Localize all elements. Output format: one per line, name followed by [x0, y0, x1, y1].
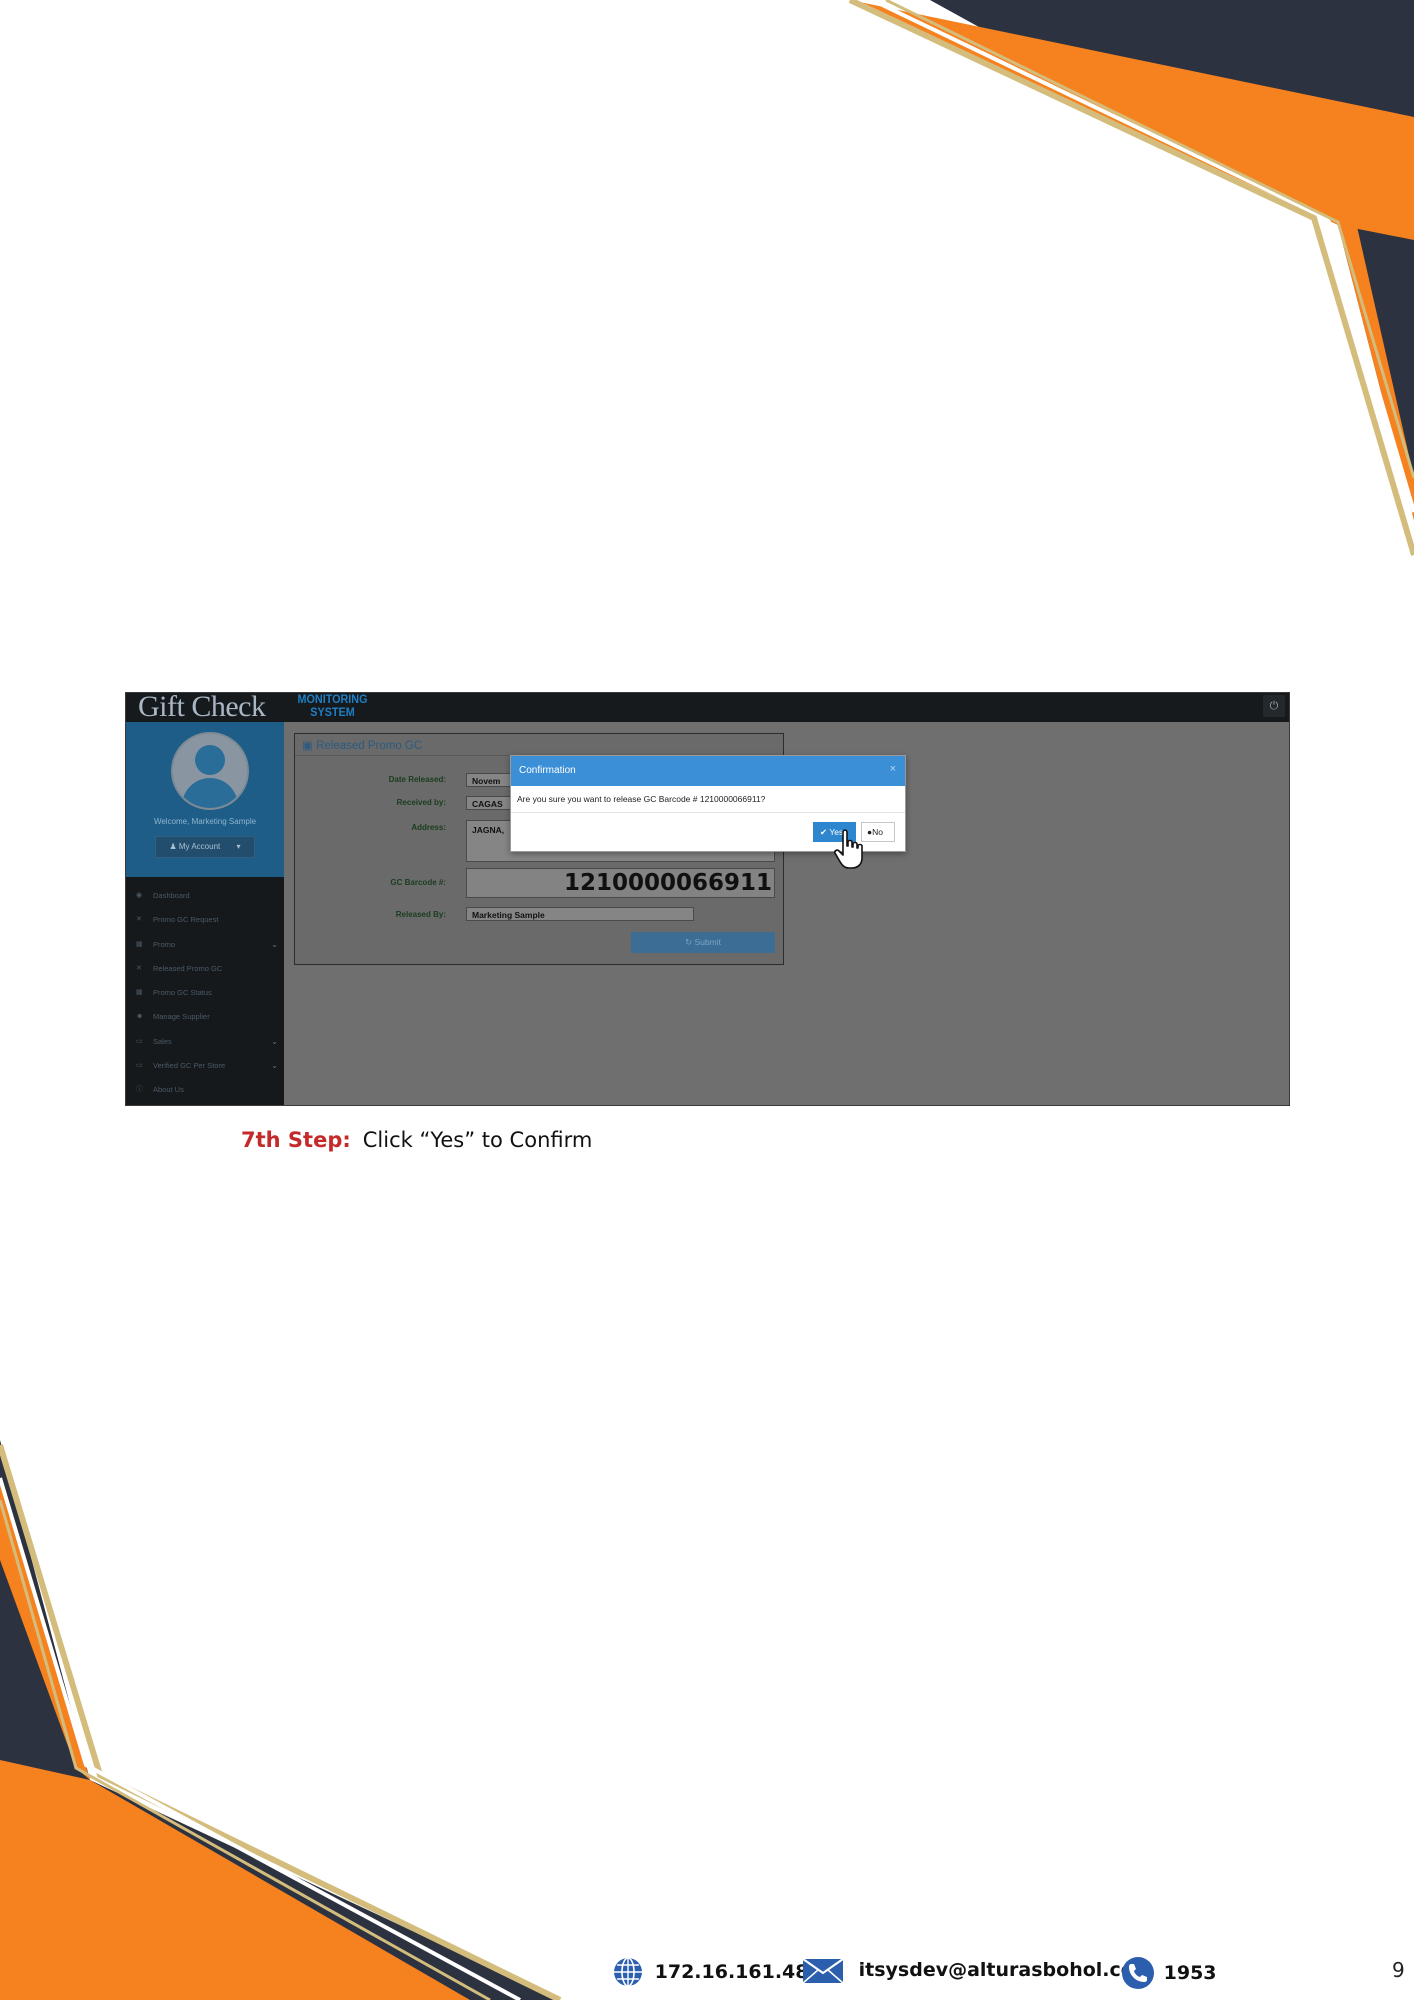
step-text: Click “Yes” to Confirm [362, 1128, 593, 1152]
top-right-orange-shard [1338, 222, 1414, 520]
power-icon[interactable]: ⏻ [1263, 695, 1285, 717]
footer-phone: 1953 [1121, 1956, 1217, 1990]
gc-barcode-label: GC Barcode #: [390, 878, 446, 887]
chevron-down-icon: ⌄ [271, 1036, 278, 1046]
dialog-title: Confirmation [519, 765, 576, 776]
grid-icon: ▦ [136, 940, 143, 948]
check-circle-icon: ✔ [820, 827, 828, 837]
sidebar-item-about-us[interactable]: ⓘ About Us [126, 1078, 284, 1102]
confirmation-dialog: Confirmation × Are you sure you want to … [510, 755, 906, 869]
step-instruction: 7th Step: Click “Yes” to Confirm [241, 1128, 592, 1152]
users-icon: ☻ [136, 1013, 144, 1021]
avatar [171, 732, 249, 810]
sidebar-item-promo[interactable]: ▦ Promo ⌄ [126, 933, 284, 957]
chevron-down-icon: ⌄ [271, 939, 278, 949]
hand-cursor-icon [834, 829, 863, 869]
bottom-left-orange-shape [0, 1760, 470, 2000]
top-right-gold-line [848, 0, 1414, 556]
sidebar-item-verified-gc-per-store[interactable]: ▭ Verified GC Per Store ⌄ [126, 1054, 284, 1078]
sidebar-item-dashboard[interactable]: ◉ Dashboard [126, 884, 284, 908]
sidebar-menu: ◉ Dashboard ✕ Promo GC Request ▦ Promo ⌄ ✕ Re… [126, 884, 284, 1103]
chevron-down-icon: ⌄ [271, 1061, 278, 1071]
top-right-navy-shape [930, 0, 1414, 520]
received-by-label: Received by: [396, 798, 446, 807]
address-label: Address: [411, 823, 446, 832]
dialog-header: Confirmation × [511, 756, 905, 786]
shuffle-icon: ✕ [136, 964, 142, 972]
refresh-icon: ↻ [685, 937, 693, 947]
gc-barcode-field[interactable]: 1210000066911 [466, 868, 775, 898]
submit-button[interactable]: ↻ Submit [631, 932, 775, 953]
dialog-message: Are you sure you want to release GC Barc… [517, 794, 766, 804]
bottom-left-gold-line-2 [0, 1499, 491, 2000]
shuffle-icon: ✕ [136, 916, 142, 924]
info-icon: ⓘ [136, 1086, 143, 1094]
inbox-icon: ▣ [302, 740, 313, 752]
profile-section: Welcome, Marketing Sample ♟ My Account ▾ [126, 722, 284, 877]
footer-ip: 172.16.161.48 [612, 1956, 808, 1988]
monitor-icon: ▭ [136, 1062, 143, 1070]
caret-down-icon: ▾ [236, 842, 241, 851]
form-title: ▣ Released Promo GC [302, 740, 423, 752]
sidebar: Welcome, Marketing Sample ♟ My Account ▾… [126, 722, 284, 1105]
bottom-left-navy-shape [0, 1440, 560, 2000]
date-released-label: Date Released: [388, 775, 446, 784]
welcome-text: Welcome, Marketing Sample [153, 817, 257, 826]
sidebar-item-promo-gc-status[interactable]: ▦ Promo GC Status [126, 981, 284, 1005]
app-topbar: Gift Check MONITORING SYSTEM ⏻ [126, 692, 1289, 723]
bottom-left-white-line [0, 1477, 521, 2000]
phone-icon [1122, 1957, 1154, 1989]
sidebar-item-released-promo-gc[interactable]: ✕ Released Promo GC [126, 957, 284, 981]
grid-icon: ▦ [136, 989, 143, 997]
app-screenshot: Gift Check MONITORING SYSTEM ⏻ Welcome, … [125, 692, 1290, 1106]
dashboard-icon: ◉ [136, 892, 143, 899]
sidebar-item-promo-gc-request[interactable]: ✕ Promo GC Request [126, 908, 284, 932]
page-number: 9 [1392, 1958, 1405, 1982]
top-right-white-line [871, 0, 1414, 513]
bottom-left-gold-line [0, 1444, 562, 2000]
top-right-gold-line-2 [885, 0, 1414, 479]
envelope-icon [802, 1957, 844, 1984]
app-logo: Gift Check [138, 692, 266, 723]
my-account-button[interactable]: ♟ My Account ▾ [155, 836, 255, 858]
released-by-label: Released By: [395, 910, 446, 919]
top-right-orange-shape [850, 0, 1414, 240]
app-logo-subtitle: MONITORING SYSTEM [297, 692, 368, 719]
footer-email: itsysdev@alturasbohol.com [802, 1956, 1154, 1984]
released-by-field: Marketing Sample [466, 907, 694, 921]
step-label: 7th Step: [241, 1128, 351, 1152]
close-icon[interactable]: × [890, 763, 896, 775]
sidebar-item-sales[interactable]: ▭ Sales ⌄ [126, 1030, 284, 1054]
monitor-icon: ▭ [136, 1037, 143, 1045]
bottom-left-orange-shard [0, 1480, 90, 1780]
sidebar-item-manage-supplier[interactable]: ☻ Manage Supplier [126, 1005, 284, 1029]
globe-icon [614, 1957, 642, 1987]
user-icon: ♟ [169, 842, 177, 851]
